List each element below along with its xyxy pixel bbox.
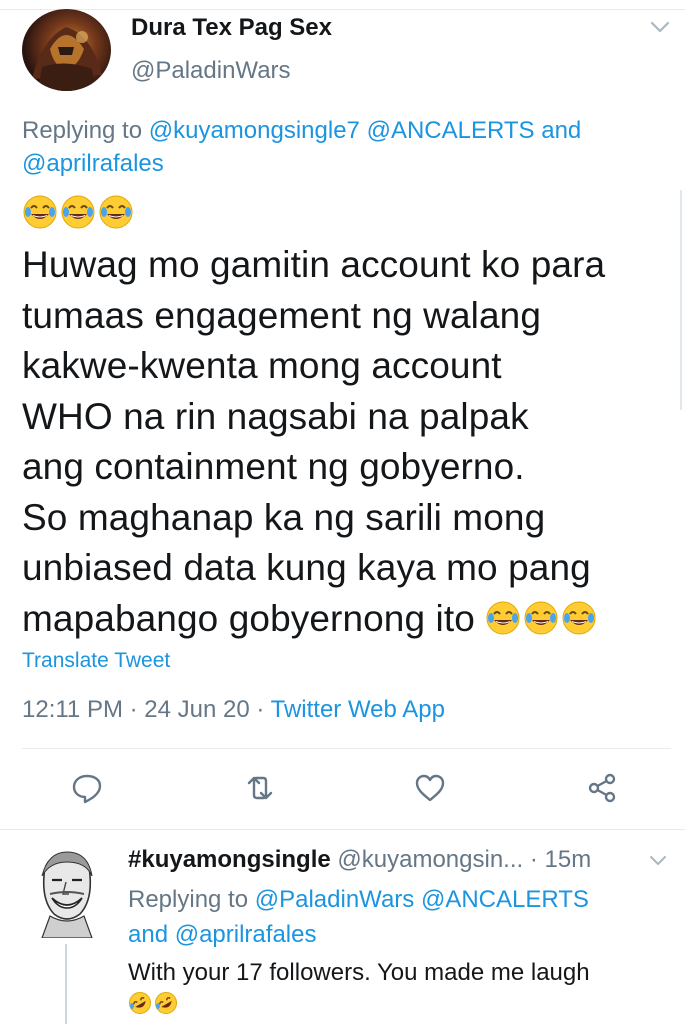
reply-emoji-row xyxy=(128,988,668,1019)
tweet-text-line: unbiased data kung kaya mo pang xyxy=(22,547,591,588)
thread-divider xyxy=(0,829,685,830)
replying-to-label: Replying to xyxy=(128,886,255,913)
mention-link[interactable]: @ANCALERTS xyxy=(367,117,535,144)
meta-separator: · xyxy=(122,696,145,723)
tweet-meta: 12:11 PM · 24 Jun 20 · Twitter Web App xyxy=(22,696,445,724)
translate-tweet-link[interactable]: Translate Tweet xyxy=(22,649,170,673)
tears-of-joy-emoji-icon xyxy=(60,194,96,230)
replying-to: Replying to @kuyamongsingle7 @ANCALERTS … xyxy=(22,114,662,180)
tweet-text-line: mapabango gobyernong ito xyxy=(22,597,475,639)
replying-to-label: Replying to xyxy=(22,117,149,144)
mention-link[interactable]: @ANCALERTS xyxy=(421,886,589,913)
reply-handle[interactable]: @kuyamongsin... xyxy=(331,846,523,873)
emoji-row xyxy=(22,194,136,230)
tweet-text-line: Huwag mo gamitin account ko para xyxy=(22,244,606,285)
user-handle[interactable]: @PaladinWars xyxy=(131,57,291,85)
display-name[interactable]: Dura Tex Pag Sex xyxy=(131,14,332,42)
tweet-text-line: ang containment ng gobyerno. xyxy=(22,446,525,487)
tweet-time[interactable]: 12:11 PM xyxy=(22,696,123,723)
tears-of-joy-emoji-icon xyxy=(98,194,134,230)
tweet-text: Huwag mo gamitin account ko para tumaas … xyxy=(22,240,662,644)
rofl-emoji-icon xyxy=(154,991,178,1015)
mention-link[interactable]: @PaladinWars xyxy=(255,886,415,913)
tweet-date[interactable]: 24 Jun 20 xyxy=(144,696,249,723)
reply-avatar[interactable] xyxy=(30,846,104,938)
tears-of-joy-emoji-icon xyxy=(485,600,521,636)
tears-of-joy-emoji-icon xyxy=(523,600,559,636)
mention-link[interactable]: @aprilrafales xyxy=(175,921,317,948)
rofl-emoji-icon xyxy=(128,991,152,1015)
tears-of-joy-emoji-icon xyxy=(22,194,58,230)
mention-link[interactable]: @aprilrafales xyxy=(22,150,164,177)
avatar[interactable] xyxy=(22,9,111,91)
meta-separator: · xyxy=(249,696,271,723)
tears-of-joy-emoji-icon xyxy=(561,600,597,636)
mention-and: and xyxy=(534,117,582,144)
reply-display-name[interactable]: #kuyamongsingle xyxy=(128,846,331,873)
top-divider xyxy=(0,9,685,10)
reply-icon[interactable] xyxy=(70,771,104,805)
reply-header: #kuyamongsingle @kuyamongsin... · 15m xyxy=(128,846,591,874)
reply-replying-to: Replying to @PaladinWars @ANCALERTS and @… xyxy=(128,882,668,952)
scrollbar[interactable] xyxy=(680,190,682,410)
thread-connector xyxy=(65,944,67,1024)
tweet-text-line: So maghanap ka ng sarili mong xyxy=(22,496,546,538)
reply-text: With your 17 followers. You made me laug… xyxy=(128,957,668,1019)
tweet-source[interactable]: Twitter Web App xyxy=(271,696,445,723)
reply-age[interactable]: · 15m xyxy=(523,846,591,873)
tweet-text-line: WHO na rin nagsabi na palpak xyxy=(22,395,529,437)
tweet-text-line: tumaas engagement ng walang xyxy=(22,294,542,336)
tweet-text-line: kakwe-kwenta mong account xyxy=(22,345,502,386)
mention-link[interactable]: @kuyamongsingle7 xyxy=(149,117,360,144)
mention-and: and xyxy=(128,921,175,948)
actions-divider xyxy=(22,748,671,749)
retweet-icon[interactable] xyxy=(243,771,277,805)
like-icon[interactable] xyxy=(413,771,447,805)
chevron-down-icon[interactable] xyxy=(646,848,670,872)
share-icon[interactable] xyxy=(585,771,619,805)
reply-text-line: With your 17 followers. You made me laug… xyxy=(128,959,590,986)
chevron-down-icon[interactable] xyxy=(647,14,673,40)
tweet-text-line-last: mapabango gobyernong ito xyxy=(22,594,662,645)
